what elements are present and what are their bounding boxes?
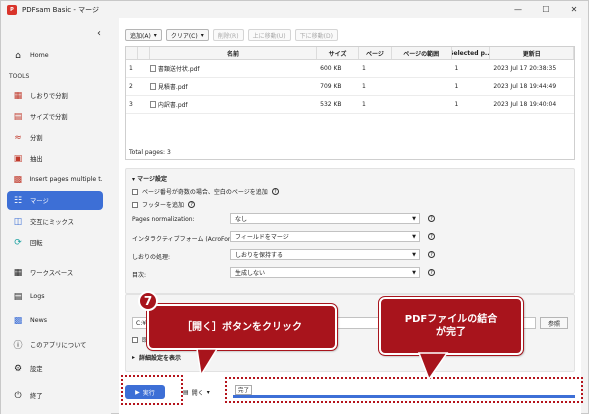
app-window: P PDFsam Basic - マージ — ☐ ✕ ‹ ⌂ Home TOOL…	[0, 0, 589, 414]
arrow-pointer-open	[196, 348, 219, 378]
arrow-pointer-status	[417, 352, 449, 381]
annotation-arrows	[196, 348, 449, 381]
